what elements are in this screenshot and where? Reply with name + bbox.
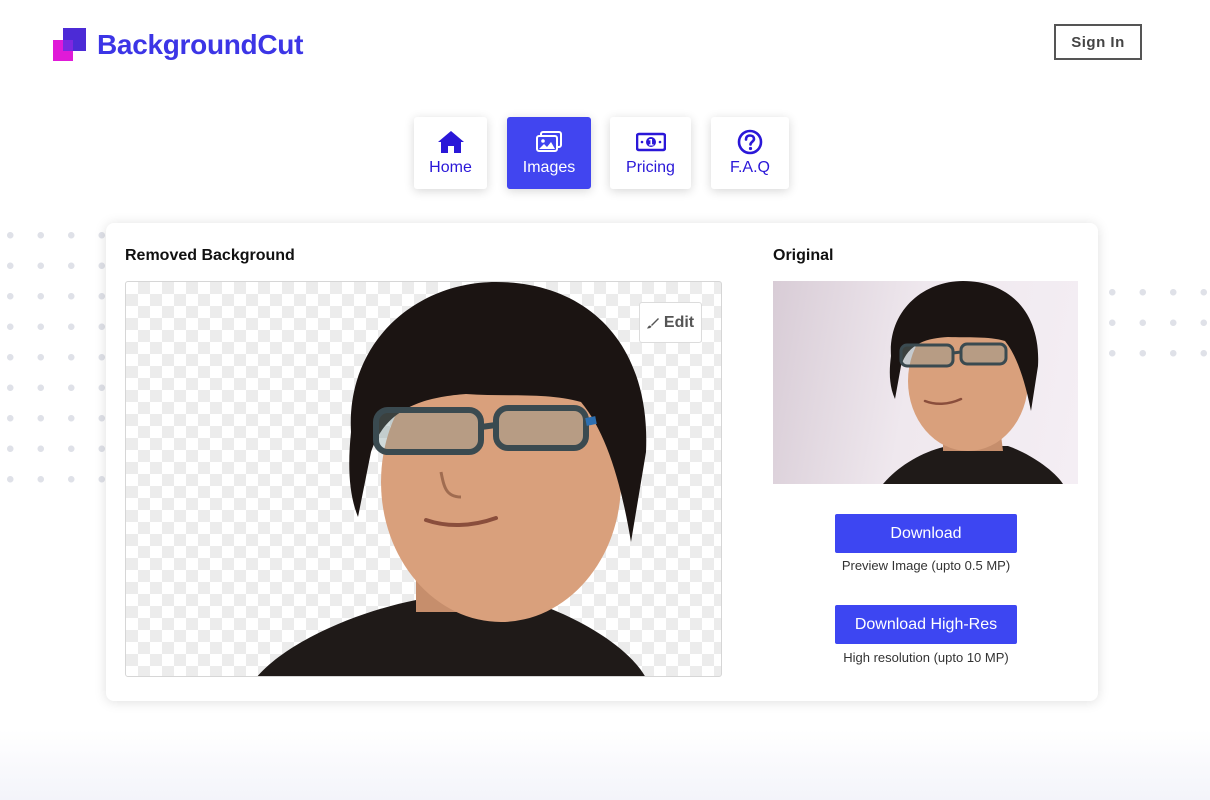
tab-images[interactable]: Images [507,117,591,189]
banknote-icon: 1 [635,132,666,152]
removed-background-title: Removed Background [125,247,295,264]
dot-pattern-left [0,222,112,484]
result-card: Removed Background Edit Original Downloa… [106,223,1098,701]
tab-faq[interactable]: F.A.Q [711,117,789,189]
removed-background-preview: Edit [125,281,722,677]
page-bottom-fade [0,730,1210,800]
edit-button[interactable]: Edit [639,302,702,343]
tab-pricing-label: Pricing [626,159,675,176]
question-circle-icon [737,129,763,155]
cutout-portrait [257,282,647,676]
brush-icon [646,317,659,328]
tab-faq-label: F.A.Q [729,159,770,176]
tab-home[interactable]: Home [414,117,487,189]
original-title: Original [773,247,834,264]
tab-images-label: Images [522,159,576,176]
brand-name: BackgroundCut [97,29,304,60]
original-image-preview [773,281,1078,484]
tab-pricing[interactable]: 1 Pricing [610,117,691,189]
download-high-res-caption: High resolution (upto 10 MP) [843,650,1009,665]
brand-logo[interactable]: BackgroundCut [53,28,303,62]
home-icon [437,131,464,153]
svg-text:1: 1 [647,139,653,149]
logo-mark-icon [53,28,87,62]
download-high-res-button[interactable]: Download High-Res [835,605,1017,644]
images-icon [536,131,562,152]
original-portrait [883,281,1063,484]
dot-pattern-right [1092,279,1210,369]
sign-in-button[interactable]: Sign In [1054,24,1142,60]
edit-button-label: Edit [663,313,695,331]
download-caption: Preview Image (upto 0.5 MP) [841,558,1011,573]
tab-home-label: Home [429,159,472,176]
download-button[interactable]: Download [835,514,1017,553]
